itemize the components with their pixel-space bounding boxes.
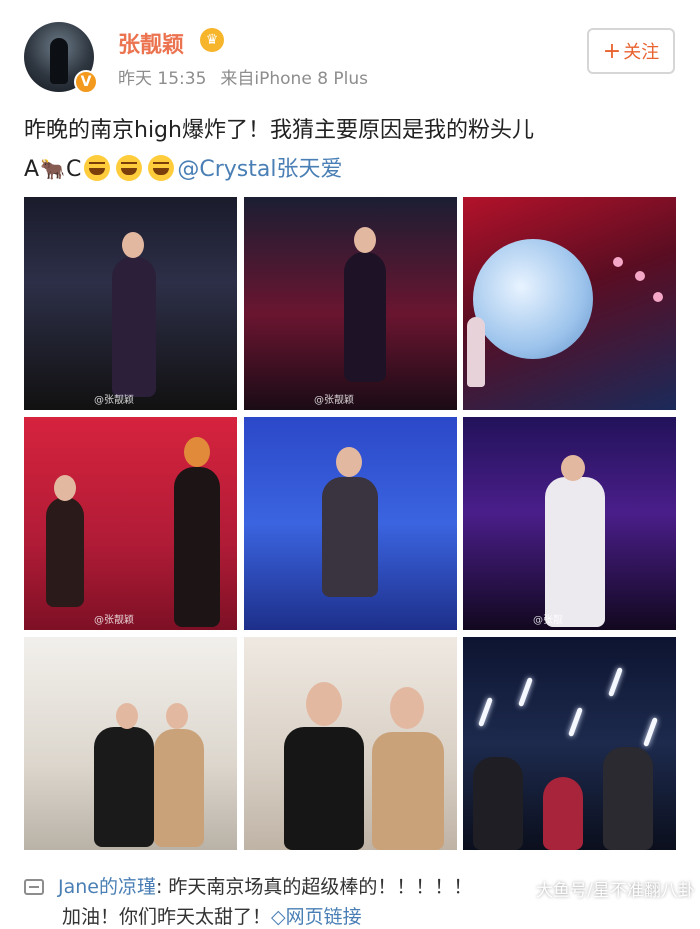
performer-head — [561, 455, 585, 481]
performer-figure — [467, 317, 485, 387]
performer-head — [354, 227, 376, 253]
performer-figure — [46, 497, 84, 607]
person-figure — [372, 732, 444, 850]
comment-text-2: 加油！你们昨天太甜了！ — [62, 906, 272, 928]
lightstick-icon — [478, 697, 493, 727]
dancer-figure — [174, 467, 220, 627]
post-source: 来自iPhone 8 Plus — [220, 69, 369, 89]
avatar-figure — [50, 38, 68, 84]
photo-5[interactable] — [244, 417, 457, 630]
laugh-emoji-icon — [84, 155, 111, 181]
photo-4[interactable]: @张靓颖 — [24, 417, 237, 630]
post-line-2: A🐂C @Crystal张天爱 — [24, 150, 674, 189]
blossom-decoration — [653, 292, 663, 302]
laugh-emoji-icon — [116, 155, 143, 181]
performer-head — [54, 475, 76, 501]
blossom-decoration — [635, 271, 645, 281]
photo-watermark: @张靓 — [533, 615, 563, 626]
photo-grid: @张靓颖 @张靓颖 @张靓颖 @张靓 — [24, 197, 676, 850]
performer-figure — [545, 477, 605, 627]
person-figure — [94, 727, 154, 847]
lightstick-icon — [608, 667, 623, 697]
person-figure — [154, 729, 204, 847]
fan-figure — [603, 747, 653, 850]
moon-backdrop — [473, 239, 593, 359]
ox-emoji-icon: 🐂 — [40, 157, 65, 181]
comment-preview-line-2: 加油！你们昨天太甜了！◇网页链接 — [62, 902, 362, 929]
comment-author[interactable]: Jane的凉瑾 — [58, 876, 156, 898]
web-link[interactable]: ◇网页链接 — [271, 906, 362, 928]
performer-figure — [322, 477, 378, 597]
plus-icon: + — [602, 38, 622, 64]
follow-button[interactable]: + 关注 — [587, 28, 675, 74]
person-head — [166, 703, 188, 729]
laugh-emoji-icon — [148, 155, 175, 181]
photo-2[interactable]: @张靓颖 — [244, 197, 457, 410]
lightstick-icon — [568, 707, 583, 737]
person-head — [306, 682, 342, 726]
comment-text: : 昨天南京场真的超级棒的！！！！！ — [155, 876, 473, 898]
post-letter-a: A — [24, 157, 40, 182]
photo-6[interactable]: @张靓 — [463, 417, 676, 630]
post-line-1: 昨晚的南京high爆炸了！我猜主要原因是我的粉头儿 — [24, 118, 534, 143]
post-text: 昨晚的南京high爆炸了！我猜主要原因是我的粉头儿 A🐂C @Crystal张天爱 — [24, 112, 674, 189]
username[interactable]: 张靓颖 — [118, 27, 184, 59]
photo-7[interactable] — [24, 637, 237, 850]
post-meta: 昨天 15:35 来自iPhone 8 Plus — [118, 64, 368, 89]
fan-figure — [543, 777, 583, 850]
person-head — [116, 703, 138, 729]
mention-link[interactable]: @Crystal张天爱 — [177, 157, 342, 182]
fan-figure — [473, 757, 523, 850]
photo-watermark: @张靓颖 — [94, 615, 134, 626]
photo-1[interactable]: @张靓颖 — [24, 197, 237, 410]
photo-watermark: @张靓颖 — [314, 395, 354, 406]
post-time: 昨天 15:35 — [118, 69, 207, 89]
photo-8[interactable] — [244, 637, 457, 850]
comment-icon — [24, 879, 44, 895]
photo-3[interactable] — [463, 197, 676, 410]
post-letter-c: C — [65, 157, 82, 182]
lightstick-icon — [518, 677, 533, 707]
crown-icon: ♛ — [200, 28, 224, 52]
site-watermark: 大鱼号/星不准翻八卦 — [536, 881, 695, 901]
photo-watermark: @张靓颖 — [94, 395, 134, 406]
photo-9[interactable] — [463, 637, 676, 850]
dancer-head — [184, 437, 210, 467]
person-head — [390, 687, 424, 729]
performer-figure — [112, 257, 156, 397]
blossom-decoration — [613, 257, 623, 267]
follow-label: 关注 — [623, 42, 660, 63]
verified-badge-icon: V — [74, 70, 98, 94]
lightstick-icon — [643, 717, 658, 747]
performer-head — [336, 447, 362, 477]
person-figure — [284, 727, 364, 850]
performer-head — [122, 232, 144, 258]
performer-figure — [344, 252, 386, 382]
